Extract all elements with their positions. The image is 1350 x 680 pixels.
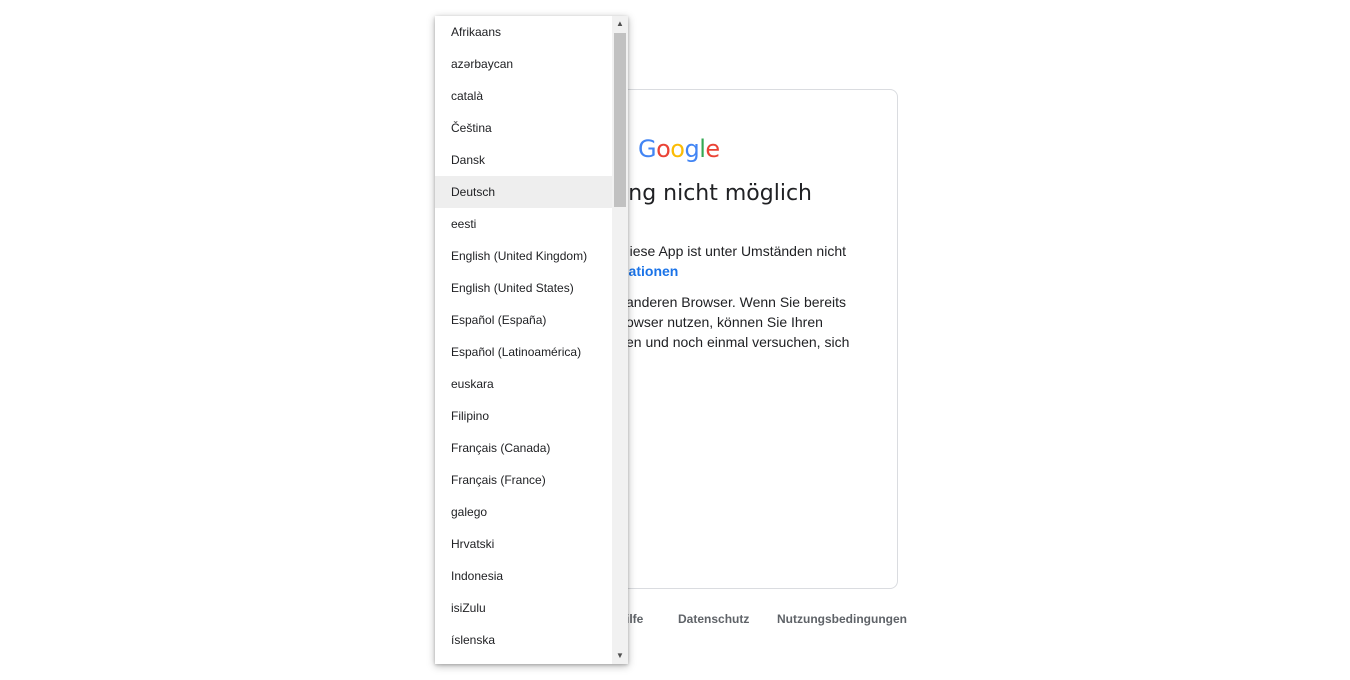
language-option[interactable]: Čeština (435, 112, 612, 144)
footer-help-link[interactable]: ilfe (626, 612, 643, 626)
logo-letter: o (670, 135, 685, 163)
logo-letter: G (638, 135, 657, 163)
scrollbar[interactable]: ▲ ▼ (612, 16, 628, 664)
language-option[interactable]: azərbaycan (435, 48, 612, 80)
scrollbar-thumb[interactable] (614, 33, 626, 207)
language-option[interactable]: Français (France) (435, 464, 612, 496)
language-option[interactable]: Hrvatski (435, 528, 612, 560)
language-option[interactable]: íslenska (435, 624, 612, 656)
logo-letter: e (705, 135, 720, 163)
language-option[interactable]: euskara (435, 368, 612, 400)
footer-privacy-link[interactable]: Datenschutz (678, 612, 749, 626)
language-option[interactable]: Français (Canada) (435, 432, 612, 464)
language-option[interactable]: English (United States) (435, 272, 612, 304)
language-option-selected[interactable]: Deutsch (435, 176, 612, 208)
language-option[interactable]: català (435, 80, 612, 112)
logo-letter: g (684, 135, 700, 163)
language-option[interactable]: eesti (435, 208, 612, 240)
triangle-down-icon[interactable]: ▼ (612, 648, 628, 664)
footer-terms-link[interactable]: Nutzungsbedingungen (777, 612, 907, 626)
language-option[interactable]: Español (Latinoamérica) (435, 336, 612, 368)
google-logo: Google (638, 134, 720, 164)
language-dropdown-list[interactable]: Afrikaans azərbaycan català Čeština Dans… (435, 16, 628, 664)
language-option[interactable]: galego (435, 496, 612, 528)
language-option[interactable]: Filipino (435, 400, 612, 432)
triangle-up-icon[interactable]: ▲ (612, 16, 628, 32)
language-option[interactable]: Afrikaans (435, 16, 612, 48)
language-option[interactable]: isiZulu (435, 592, 612, 624)
logo-letter: o (656, 135, 671, 163)
language-option[interactable]: Español (España) (435, 304, 612, 336)
language-option[interactable]: Dansk (435, 144, 612, 176)
language-option[interactable]: English (United Kingdom) (435, 240, 612, 272)
language-options: Afrikaans azərbaycan català Čeština Dans… (435, 16, 612, 656)
language-option[interactable]: Indonesia (435, 560, 612, 592)
